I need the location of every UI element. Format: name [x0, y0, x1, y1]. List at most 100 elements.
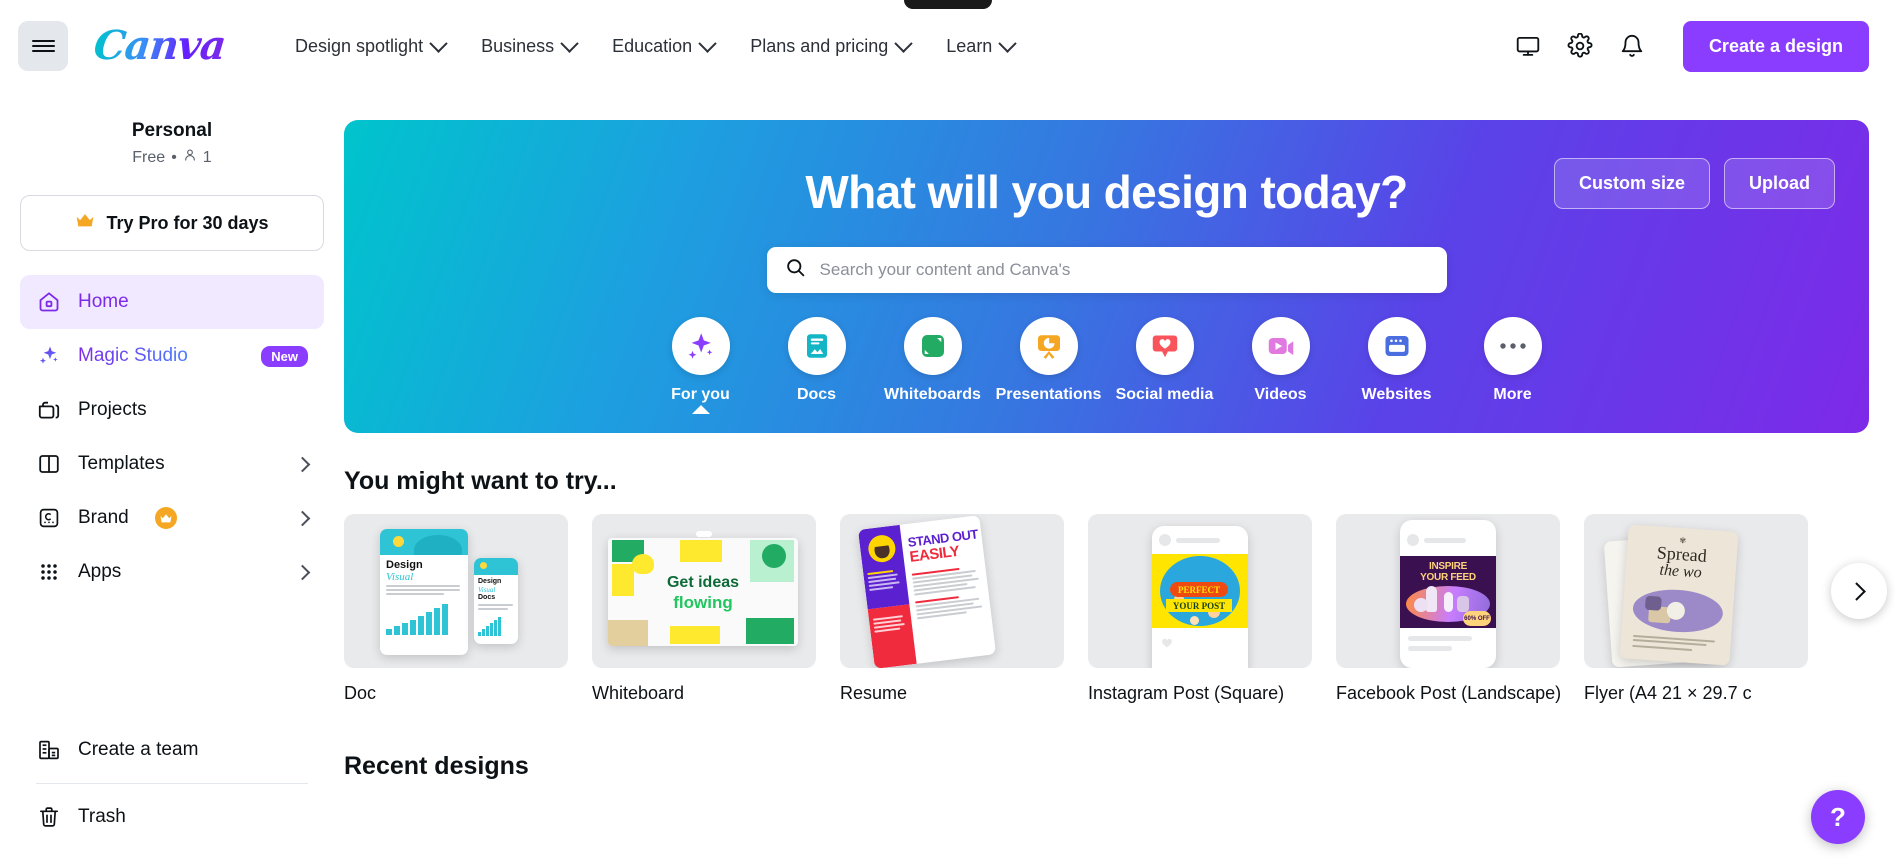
category-websites[interactable]: Websites — [1339, 317, 1455, 404]
sidebar-item-label: Templates — [78, 453, 165, 474]
card-thumbnail: INSPIRE YOUR FEED 60% OFF — [1336, 514, 1560, 668]
home-icon — [36, 289, 62, 315]
instagram-art-text-1: PERFECT — [1177, 584, 1220, 595]
category-row: For you Docs Whiteboards Presentations S… — [344, 317, 1869, 414]
sidebar-item-trash[interactable]: Trash — [20, 790, 324, 844]
nav-item-design-spotlight[interactable]: Design spotlight — [277, 26, 463, 67]
canva-home-page: Canva Design spotlight Business Educatio… — [0, 0, 1895, 866]
hero-banner: Custom size Upload What will you design … — [344, 120, 1869, 433]
instagram-art-text-2: YOUR POST — [1172, 600, 1226, 611]
doc-art-title-2: Visual — [386, 571, 414, 583]
card-thumbnail: ✾ Spread the wo — [1584, 514, 1808, 668]
category-docs[interactable]: Docs — [759, 317, 875, 404]
card-label: Facebook Post (Landscape) — [1336, 683, 1560, 703]
template-card-resume[interactable]: STAND OUT EASILY Resume — [840, 514, 1064, 704]
flyer-art: ✾ Spread the wo — [1619, 524, 1739, 666]
account-meta: Free • 1 — [20, 148, 324, 167]
hamburger-icon[interactable] — [18, 21, 68, 71]
person-icon — [183, 148, 197, 167]
sidebar-item-brand[interactable]: Brand — [20, 491, 324, 545]
card-thumbnail: Get ideas flowing — [592, 514, 816, 668]
gear-icon[interactable] — [1557, 23, 1603, 69]
search-bar[interactable] — [766, 247, 1447, 293]
brand-icon — [36, 505, 62, 531]
category-label: Websites — [1361, 386, 1432, 403]
account-summary[interactable]: Personal Free • 1 — [20, 92, 324, 173]
search-icon — [785, 257, 806, 283]
category-label: More — [1493, 386, 1532, 403]
nav-item-education[interactable]: Education — [594, 26, 732, 67]
nav-item-business[interactable]: Business — [463, 26, 594, 67]
custom-size-button[interactable]: Custom size — [1553, 158, 1710, 209]
upload-button[interactable]: Upload — [1724, 158, 1835, 209]
nav-item-plans-and-pricing[interactable]: Plans and pricing — [732, 26, 928, 67]
template-card-instagram-post[interactable]: PERFECT YOUR POST Instagram Post (Square… — [1088, 514, 1312, 704]
hero-actions: Custom size Upload — [1553, 158, 1835, 209]
sidebar-item-templates[interactable]: Templates — [20, 437, 324, 491]
card-thumbnail: STAND OUT EASILY — [840, 514, 1064, 668]
search-input[interactable] — [819, 260, 1429, 280]
card-thumbnail: PERFECT YOUR POST — [1088, 514, 1312, 668]
category-videos[interactable]: Videos — [1223, 317, 1339, 404]
bell-icon[interactable] — [1609, 23, 1655, 69]
apps-grid-icon — [36, 559, 62, 585]
sidebar-item-home[interactable]: Home — [20, 275, 324, 329]
template-card-whiteboard[interactable]: Get ideas flowing Whiteboard — [592, 514, 816, 704]
status-badge-new: New — [261, 345, 308, 367]
try-section: You might want to try... Design Visual D… — [344, 467, 1895, 781]
category-label: Docs — [796, 386, 837, 403]
help-button[interactable]: ? — [1811, 790, 1865, 844]
monitor-icon[interactable] — [1505, 23, 1551, 69]
sidebar-item-label: Apps — [78, 561, 122, 582]
template-card-flyer[interactable]: ✾ Spread the wo Flyer (A4 21 × 29.7 c — [1584, 514, 1808, 704]
window-camera-notch — [903, 0, 992, 9]
resume-art: STAND OUT EASILY — [857, 515, 997, 668]
trash-icon — [36, 804, 62, 830]
meta-separator: • — [171, 148, 177, 166]
category-for-you[interactable]: For you — [643, 317, 759, 414]
chevron-right-icon — [1846, 581, 1866, 601]
nav-item-learn[interactable]: Learn — [928, 26, 1032, 67]
main-content: Custom size Upload What will you design … — [344, 92, 1895, 866]
category-social-media[interactable]: Social media — [1107, 317, 1223, 404]
template-card-doc[interactable]: Design Visual Design Visual Docs Doc — [344, 514, 568, 704]
canva-logo[interactable]: Canva — [91, 20, 228, 72]
sidebar-item-label: Trash — [78, 806, 126, 827]
folder-icon — [36, 397, 62, 423]
category-whiteboards[interactable]: Whiteboards — [875, 317, 991, 404]
try-pro-button[interactable]: Try Pro for 30 days — [20, 195, 324, 251]
doc-sheet-large: Design Visual — [380, 529, 468, 655]
doc-sheet-phone: Design Visual Docs — [474, 558, 518, 644]
sidebar-item-label: Create a team — [78, 739, 199, 760]
sidebar-item-projects[interactable]: Projects — [20, 383, 324, 437]
whiteboard-art-text-2: flowing — [673, 593, 733, 612]
chevron-down-icon — [698, 33, 717, 53]
sidebar-item-apps[interactable]: Apps — [20, 545, 324, 599]
category-label: Videos — [1254, 386, 1307, 403]
try-pro-label: Try Pro for 30 days — [106, 212, 269, 233]
category-presentations[interactable]: Presentations — [991, 317, 1107, 404]
chevron-right-icon — [294, 456, 311, 472]
sidebar-item-label: Home — [78, 291, 129, 312]
selected-indicator — [691, 405, 710, 414]
sidebar-item-create-a-team[interactable]: Create a team — [20, 723, 324, 777]
nav-label: Business — [481, 35, 555, 56]
create-a-design-button[interactable]: Create a design — [1682, 20, 1869, 72]
card-label: Whiteboard — [592, 683, 685, 703]
account-plan: Free — [132, 148, 166, 166]
instagram-art: PERFECT YOUR POST — [1152, 526, 1248, 668]
pro-crown-icon — [154, 507, 177, 529]
template-card-facebook-post[interactable]: INSPIRE YOUR FEED 60% OFF Facebook Post … — [1336, 514, 1560, 704]
crown-icon — [75, 212, 95, 234]
document-icon — [787, 317, 846, 375]
sidebar-item-magic-studio[interactable]: Magic Studio New — [20, 329, 324, 383]
category-more[interactable]: More — [1455, 317, 1571, 404]
heart-chat-icon — [1135, 317, 1194, 375]
facebook-art: INSPIRE YOUR FEED 60% OFF — [1400, 520, 1496, 668]
video-camera-icon — [1251, 317, 1310, 375]
sidebar-divider — [36, 783, 308, 784]
chevron-down-icon — [429, 33, 448, 53]
sidebar-bottom: Create a team Trash — [20, 723, 324, 866]
carousel-next-button[interactable] — [1831, 563, 1887, 619]
sidebar-item-label: Brand — [78, 507, 129, 528]
